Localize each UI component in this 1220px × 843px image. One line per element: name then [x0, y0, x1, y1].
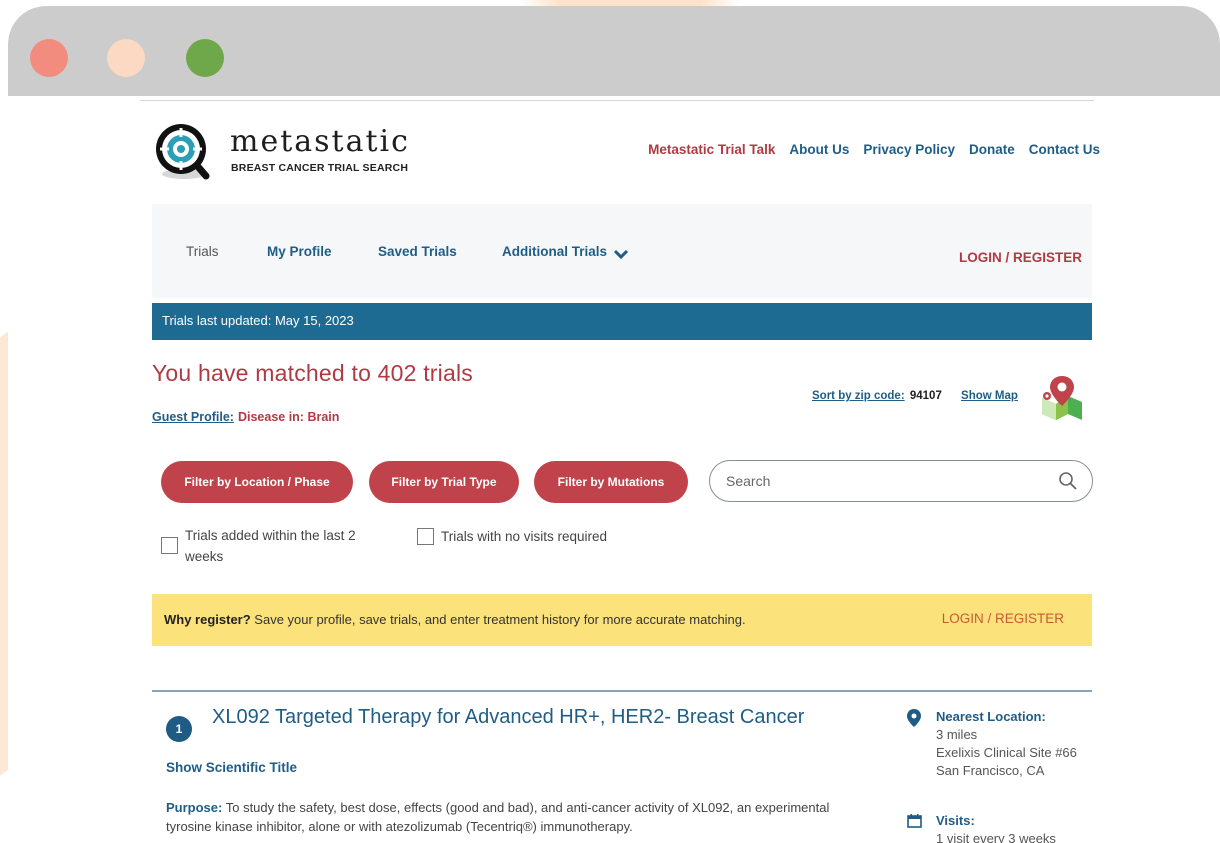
show-map-link[interactable]: Show Map: [961, 390, 1018, 402]
zip-code-value: 94107: [909, 390, 942, 402]
nav-login-register[interactable]: LOGIN / REGISTER: [959, 250, 1082, 265]
nearest-city: San Francisco, CA: [936, 763, 1045, 778]
link-metastatic-trial-talk[interactable]: Metastatic Trial Talk: [648, 142, 775, 157]
filter-trial-type-button[interactable]: Filter by Trial Type: [369, 461, 519, 503]
nearest-location: Nearest Location: 3 miles Exelixis Clini…: [936, 708, 1086, 780]
search-box: [709, 460, 1093, 502]
recent-trials-label: Trials added within the last 2 weeks: [185, 528, 356, 564]
trial-title-link[interactable]: XL092 Targeted Therapy for Advanced HR+,…: [212, 706, 804, 729]
filter-mutations-button[interactable]: Filter by Mutations: [534, 461, 688, 503]
visits-label: Visits:: [936, 813, 975, 828]
visits-value: 1 visit every 3 weeks: [936, 831, 1056, 843]
banner-message: Save your profile, save trials, and ente…: [250, 612, 746, 627]
site-logo[interactable]: metastatic BREAST CANCER TRIAL SEARCH: [154, 118, 434, 188]
nav-additional-trials-label: Additional Trials: [502, 244, 608, 259]
visits-info: Visits: 1 visit every 3 weeks: [936, 812, 1086, 843]
link-privacy-policy[interactable]: Privacy Policy: [863, 142, 955, 157]
close-window-button[interactable]: [30, 39, 68, 77]
logo-target-icon: [156, 124, 210, 180]
matched-count-heading: You have matched to 402 trials: [152, 360, 473, 386]
last-updated-bar: Trials last updated: May 15, 2023: [152, 303, 1092, 340]
browser-window: metastatic BREAST CANCER TRIAL SEARCH Me…: [8, 6, 1220, 843]
search-input[interactable]: [726, 469, 1046, 493]
nav-additional-trials[interactable]: Additional Trials: [502, 244, 629, 260]
nearest-location-label: Nearest Location:: [936, 709, 1046, 724]
calendar-icon: [907, 814, 922, 828]
filter-location-phase-button[interactable]: Filter by Location / Phase: [161, 461, 353, 503]
nearest-distance: 3 miles: [936, 727, 978, 742]
link-contact-us[interactable]: Contact Us: [1029, 142, 1100, 157]
banner-bold: Why register?: [164, 612, 251, 627]
banner-login-register[interactable]: LOGIN / REGISTER: [942, 611, 1064, 626]
purpose-text: To study the safety, best dose, effects …: [166, 800, 830, 834]
results-divider: [152, 690, 1092, 692]
guest-profile-value: Disease in: Brain: [237, 410, 340, 424]
page-content: metastatic BREAST CANCER TRIAL SEARCH Me…: [140, 98, 1100, 843]
logo-title: metastatic: [230, 124, 410, 159]
search-icon[interactable]: [1058, 471, 1078, 491]
top-links: Metastatic Trial Talk About Us Privacy P…: [648, 142, 1100, 157]
chevron-down-icon: [613, 249, 629, 260]
no-visits-checkbox[interactable]: [417, 528, 434, 545]
no-visits-label: Trials with no visits required: [441, 529, 608, 544]
maximize-window-button[interactable]: [186, 39, 224, 77]
location-pin-icon: [907, 709, 921, 727]
map-pin-icon[interactable]: [1038, 374, 1086, 422]
show-scientific-title-link[interactable]: Show Scientific Title: [166, 760, 297, 775]
minimize-window-button[interactable]: [107, 39, 145, 77]
nav-my-profile[interactable]: My Profile: [267, 244, 332, 259]
nearest-site: Exelixis Clinical Site #66: [936, 745, 1077, 760]
top-divider: [140, 100, 1094, 101]
link-about-us[interactable]: About Us: [789, 142, 849, 157]
trial-number-badge: 1: [166, 716, 192, 742]
window-titlebar: [8, 6, 1220, 96]
logo-subtitle: BREAST CANCER TRIAL SEARCH: [231, 162, 409, 174]
purpose-label: Purpose:: [166, 800, 223, 815]
nav-trials[interactable]: Trials: [186, 244, 219, 259]
banner-text: Why register? Save your profile, save tr…: [164, 612, 746, 627]
sort-row: Sort by zip code: 94107 Show Map: [812, 390, 1018, 402]
guest-profile: Guest Profile: Disease in: Brain: [152, 410, 339, 424]
trial-purpose: Purpose: To study the safety, best dose,…: [166, 798, 866, 836]
link-donate[interactable]: Donate: [969, 142, 1015, 157]
register-banner: Why register? Save your profile, save tr…: [152, 594, 1092, 646]
sort-by-zip-link[interactable]: Sort by zip code:: [812, 390, 905, 402]
recent-trials-checkbox[interactable]: [161, 537, 178, 554]
guest-profile-link[interactable]: Guest Profile:: [152, 410, 234, 424]
nav-saved-trials[interactable]: Saved Trials: [378, 244, 457, 259]
main-nav: Trials My Profile Saved Trials Additiona…: [152, 204, 1092, 298]
